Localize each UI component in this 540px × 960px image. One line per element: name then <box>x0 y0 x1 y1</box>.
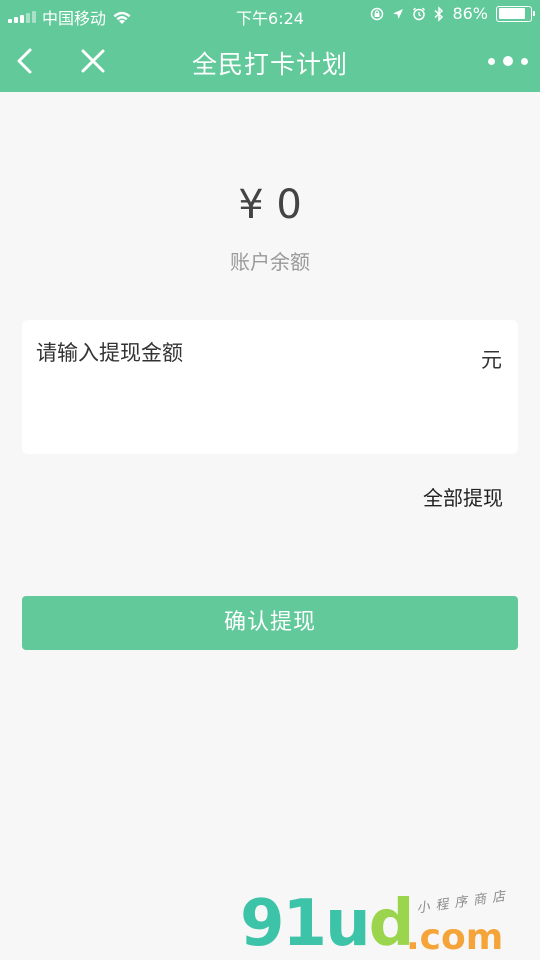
currency-unit: 元 <box>481 348 502 372</box>
watermark-logo-main: 91u <box>240 887 371 960</box>
orientation-lock-icon <box>371 7 384 20</box>
battery-percent: 86% <box>452 4 488 23</box>
more-button[interactable] <box>488 50 528 72</box>
status-bar: 中国移动 下午6:24 86% <box>0 0 540 30</box>
watermark-domain: .com <box>406 917 504 958</box>
watermark-subtitle: 小程序商店 <box>415 888 512 917</box>
more-dots-icon-center <box>503 56 513 66</box>
watermark-logo: 91ud .com 小程序商店 <box>240 885 540 960</box>
more-dots-icon-end <box>521 57 528 65</box>
withdraw-amount-input[interactable]: 请输入提现金额 <box>36 325 186 382</box>
watermark-logo-text: 91ud <box>240 887 414 960</box>
balance-label: 账户余额 <box>230 250 310 274</box>
bluetooth-icon <box>434 5 444 22</box>
location-icon <box>393 8 404 19</box>
page-title: 全民打卡计划 <box>191 50 348 79</box>
balance-amount: ¥ 0 <box>238 182 302 228</box>
close-icon <box>81 49 105 73</box>
battery-fill <box>498 8 526 19</box>
battery-icon <box>496 5 535 22</box>
withdraw-amount-card: 请输入提现金额 元 <box>22 320 518 454</box>
alarm-icon <box>413 7 426 20</box>
close-button[interactable] <box>76 44 110 78</box>
status-right: 86% <box>370 4 535 23</box>
more-dots-icon <box>488 57 495 65</box>
withdraw-all-link[interactable]: 全部提现 <box>423 482 503 511</box>
chevron-left-icon <box>17 48 32 74</box>
navigation-bar: 全民打卡计划 <box>0 30 540 92</box>
back-button[interactable] <box>10 44 44 78</box>
confirm-withdraw-button[interactable]: 确认提现 <box>22 596 518 650</box>
